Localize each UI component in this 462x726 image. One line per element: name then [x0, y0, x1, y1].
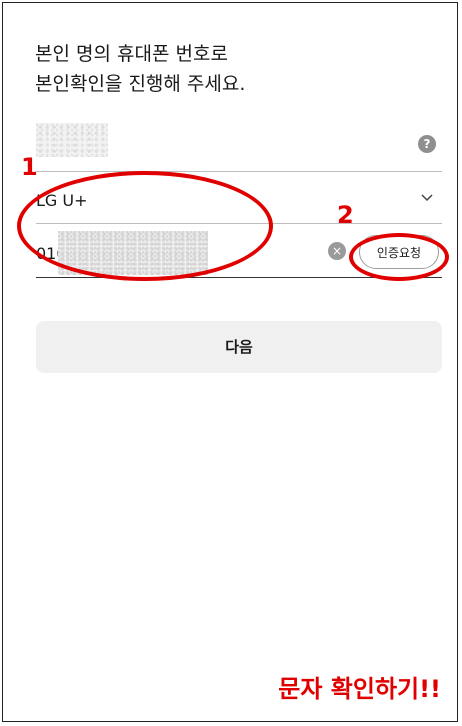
name-field[interactable]: ? [36, 121, 442, 172]
annotation-note: 문자 확인하기!! [278, 675, 441, 703]
chevron-down-icon [421, 194, 433, 202]
clear-icon[interactable]: × [328, 242, 346, 260]
next-button[interactable]: 다음 [36, 321, 442, 373]
annotation-circle-2 [349, 233, 449, 281]
title-line-2: 본인확인을 진행해 주세요. [35, 73, 246, 95]
blurred-name-value [36, 123, 108, 157]
phone-screen-frame: 본인 명의 휴대폰 번호로 본인확인을 진행해 주세요. ? LG U+ 010… [2, 2, 458, 722]
annotation-circle-1 [17, 171, 273, 281]
help-icon[interactable]: ? [418, 135, 436, 153]
annotation-step-1: 1 [21, 153, 38, 181]
annotation-step-2: 2 [337, 201, 354, 229]
title-line-1: 본인 명의 휴대폰 번호로 [35, 43, 228, 65]
page-title: 본인 명의 휴대폰 번호로 본인확인을 진행해 주세요. [35, 39, 415, 99]
